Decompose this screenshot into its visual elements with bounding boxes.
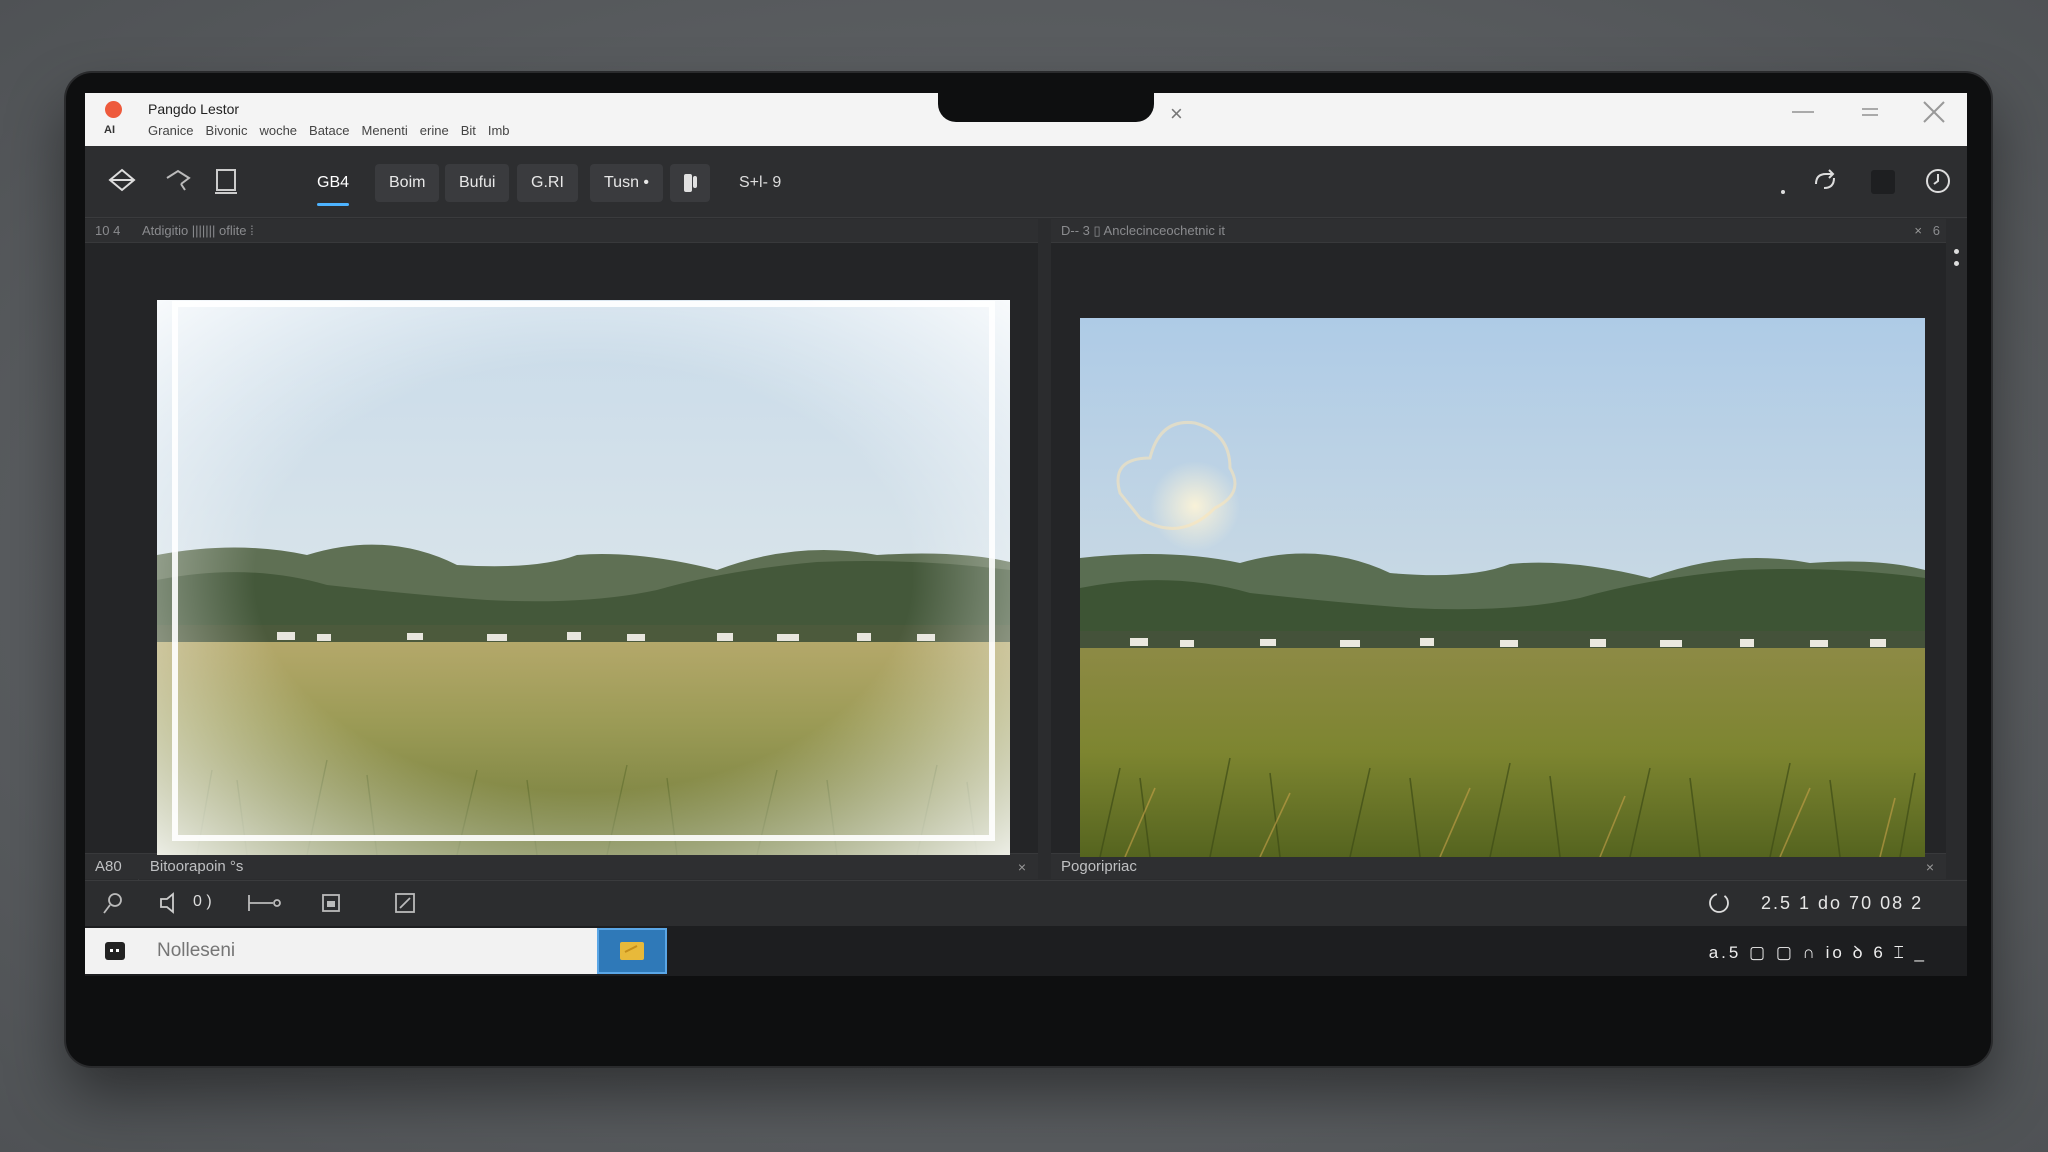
toolbar-button[interactable]: Boim (375, 164, 440, 202)
menu-item[interactable]: Batace (309, 123, 349, 138)
menu-item[interactable]: Menenti (362, 123, 408, 138)
toolbar-button[interactable]: Bufui (445, 164, 510, 202)
stop-icon[interactable] (1871, 170, 1895, 194)
left-panel-header: 10 4 Atdigitio ||||||| oflite ⁞ (85, 219, 1038, 243)
right-panel-footer-close-icon[interactable]: × (1926, 854, 1934, 880)
left-panel-close-icon[interactable]: × (1018, 854, 1026, 880)
folder-button[interactable] (597, 928, 667, 974)
main-toolbar: GB4 Boim Bufui G.RI Tusn • S+l- 9 (85, 146, 1967, 218)
menu-bar: Granice Bivonic woche Batace Menenti eri… (148, 123, 510, 138)
window-title: Pangdo Lestor (148, 101, 240, 117)
bottom-toolbar: 0 ) 2.5 1 do 70 08 2 (85, 880, 1967, 926)
menu-item[interactable]: Granice (148, 123, 194, 138)
right-panel-caption: Pogoripriac (1061, 858, 1137, 875)
status-dot (1781, 190, 1785, 194)
left-panel-footer: A80 Bitoorapoin °s × (85, 853, 1038, 879)
screen-bezel-bottom (85, 976, 1967, 1053)
menu-item[interactable]: Bit (461, 123, 476, 138)
save-icon[interactable] (317, 889, 345, 917)
app-window: AI Pangdo Lestor Granice Bivonic woche B… (85, 93, 1967, 1053)
right-panel-extra: 6 (1932, 223, 1940, 238)
search-box (85, 928, 597, 974)
right-panel-title: D-- 3 ▯ Anclecinceochetnic it (1061, 223, 1225, 238)
speaker-icon[interactable] (155, 889, 185, 917)
brush-icon[interactable] (670, 164, 710, 202)
close-button[interactable] (1921, 99, 1947, 132)
status-text: a.5 ▢ ▢ ∩ io ꝺ 6 ⌶ _ (1708, 943, 1927, 962)
search-input[interactable] (157, 928, 577, 974)
left-panel-caption: Bitoorapoin °s (149, 858, 244, 875)
crop-icon[interactable] (211, 166, 241, 196)
terminal-icon (105, 942, 125, 960)
target-icon[interactable] (1705, 889, 1733, 917)
menu-item[interactable]: Imb (488, 123, 510, 138)
toolbar-label: S+l- 9 (739, 174, 782, 191)
slider-icon[interactable] (245, 889, 285, 917)
toolbar-button[interactable]: G.RI (517, 164, 578, 202)
right-panel-header: D-- 3 ▯ Anclecinceochetnic it × 6 (1051, 219, 1946, 243)
lasso-tool-icon[interactable] (163, 166, 193, 196)
camera-notch (938, 92, 1154, 122)
tab-gb4[interactable]: GB4 (303, 164, 363, 206)
edit-icon[interactable] (391, 889, 419, 917)
menu-item[interactable]: woche (259, 123, 297, 138)
pin-icon[interactable] (99, 889, 127, 917)
toolbar-dropdown[interactable]: Tusn • (590, 164, 664, 202)
app-abbr: AI (104, 124, 115, 136)
right-scrollbar[interactable] (1946, 219, 1967, 879)
minimize-button[interactable] (1790, 99, 1816, 132)
left-landscape-image[interactable] (157, 300, 1010, 855)
maximize-button[interactable] (1857, 99, 1883, 132)
sync-icon[interactable] (1810, 166, 1840, 196)
menu-item[interactable]: Bivonic (206, 123, 248, 138)
menu-item[interactable]: erine (420, 123, 449, 138)
right-panel-close-icon[interactable]: × (1914, 219, 1922, 243)
history-icon[interactable] (1923, 166, 1953, 196)
layers-icon[interactable] (107, 166, 137, 196)
status-row: a.5 ▢ ▢ ∩ io ꝺ 6 ⌶ _ (85, 926, 1967, 976)
left-panel-title: Atdigitio ||||||| oflite ⁞ (141, 223, 254, 238)
tab-close-icon[interactable]: × (1170, 101, 1183, 127)
left-panel-header-prefix: 10 4 (95, 223, 121, 238)
audio-label: 0 ) (193, 893, 212, 910)
right-landscape-image[interactable] (1080, 318, 1925, 857)
left-panel-footer-prefix: A80 (95, 858, 122, 875)
readout-text: 2.5 1 do 70 08 2 (1761, 893, 1924, 913)
app-logo-icon (105, 101, 122, 118)
